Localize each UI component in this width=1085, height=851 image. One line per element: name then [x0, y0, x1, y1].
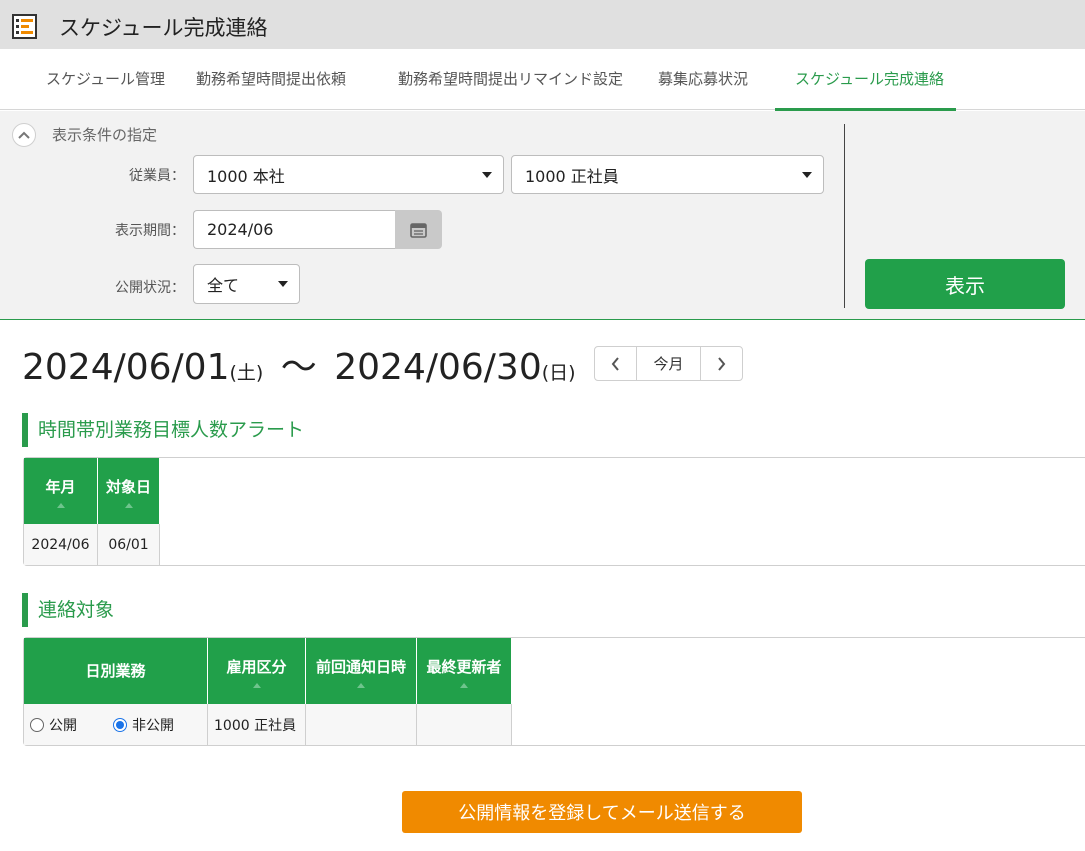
- employee-store-value: 1000 本社: [207, 166, 285, 186]
- register-and-send-mail-button[interactable]: 公開情報を登録してメール送信する: [402, 791, 802, 833]
- private-radio-label[interactable]: 非公開: [132, 715, 174, 735]
- chevron-left-icon: [611, 356, 619, 371]
- column-header-label: 年月: [45, 478, 76, 496]
- column-header-label: 雇用区分: [226, 658, 287, 676]
- publish-radio-cell: 公開 非公開: [24, 704, 208, 745]
- tab-schedule-completion[interactable]: スケジュール完成連絡: [795, 49, 944, 110]
- alert-table: 年月 対象日 2024/06 06/01: [23, 457, 1085, 566]
- sort-icon: [460, 683, 468, 688]
- panel-divider: [844, 124, 845, 308]
- table-cell: 1000 正社員: [208, 704, 306, 745]
- column-header-target-day[interactable]: 対象日: [98, 458, 160, 524]
- period-separator: ～: [280, 347, 317, 388]
- public-radio[interactable]: [30, 717, 44, 732]
- tab-schedule-management[interactable]: スケジュール管理: [46, 49, 165, 110]
- contact-section-title: 連絡対象: [22, 593, 114, 627]
- status-label: 公開状況：: [115, 280, 185, 296]
- sort-icon: [56, 503, 65, 508]
- caret-down-icon: [802, 171, 812, 178]
- employee-store-select[interactable]: 1000 本社: [193, 155, 504, 194]
- table-cell: 2024/06: [24, 524, 98, 565]
- employee-type-value: 1000 正社員: [525, 166, 619, 186]
- column-header-last-notified[interactable]: 前回通知日時: [306, 638, 417, 704]
- period-heading: 2024/06/01(土) ～ 2024/06/30(日): [22, 338, 576, 390]
- column-header-employment-type[interactable]: 雇用区分: [208, 638, 306, 704]
- employee-type-select[interactable]: 1000 正社員: [511, 155, 824, 194]
- tab-work-hope-request[interactable]: 勤務希望時間提出依頼: [196, 49, 346, 110]
- column-header-label: 前回通知日時: [315, 658, 406, 676]
- table-cell: 06/01: [98, 524, 160, 565]
- prev-month-button[interactable]: [595, 347, 636, 380]
- contact-table: 日別業務 雇用区分 前回通知日時 最終更新者 公開 非公開 1000 正社員: [23, 637, 1085, 746]
- tab-work-hope-remind-settings[interactable]: 勤務希望時間提出リマインド設定: [398, 49, 623, 110]
- sort-icon: [252, 683, 261, 688]
- period-input[interactable]: 2024/06: [193, 210, 395, 249]
- tab-recruitment-status[interactable]: 募集応募状況: [658, 49, 748, 110]
- month-nav: 今月: [594, 346, 743, 381]
- condition-title: 表示条件の指定: [52, 126, 158, 144]
- period-value: 2024/06: [207, 220, 274, 239]
- table-cell: [417, 704, 512, 745]
- chevron-right-icon: [718, 356, 726, 371]
- sort-icon: [124, 503, 133, 508]
- caret-down-icon: [278, 281, 288, 287]
- sort-icon: [357, 683, 365, 688]
- calendar-icon: [410, 222, 427, 238]
- status-value: 全て: [207, 276, 240, 295]
- page-title: スケジュール完成連絡: [59, 16, 268, 40]
- period-label: 表示期間：: [115, 223, 185, 239]
- calendar-button[interactable]: [395, 210, 442, 249]
- tab-bar: スケジュール管理 勤務希望時間提出依頼 勤務希望時間提出リマインド設定 募集応募…: [0, 49, 1085, 110]
- period-start-dow: (土): [229, 362, 264, 384]
- chevron-up-icon: [18, 131, 30, 139]
- column-header-label: 最終更新者: [426, 658, 502, 676]
- show-button[interactable]: 表示: [865, 259, 1065, 309]
- title-bar: スケジュール完成連絡: [0, 0, 1085, 49]
- alert-section-title: 時間帯別業務目標人数アラート: [22, 413, 304, 447]
- public-radio-label[interactable]: 公開: [49, 715, 77, 735]
- column-header-label: 日別業務: [85, 662, 146, 680]
- this-month-button[interactable]: 今月: [636, 347, 701, 380]
- column-header-label: 対象日: [105, 478, 151, 496]
- column-header-last-updated-by[interactable]: 最終更新者: [417, 638, 512, 704]
- period-end-dow: (日): [541, 362, 576, 384]
- caret-down-icon: [482, 171, 492, 178]
- status-select[interactable]: 全て: [193, 264, 300, 304]
- employee-label: 従業員：: [129, 168, 185, 184]
- table-cell: [306, 704, 417, 745]
- next-month-button[interactable]: [701, 347, 742, 380]
- column-header-year-month[interactable]: 年月: [24, 458, 98, 524]
- column-header-daily-work[interactable]: 日別業務: [24, 638, 208, 704]
- period-end: 2024/06/30: [334, 347, 542, 388]
- private-radio[interactable]: [113, 717, 127, 732]
- collapse-button[interactable]: [12, 123, 36, 147]
- schedule-app-icon: [12, 14, 37, 39]
- period-start: 2024/06/01: [22, 347, 230, 388]
